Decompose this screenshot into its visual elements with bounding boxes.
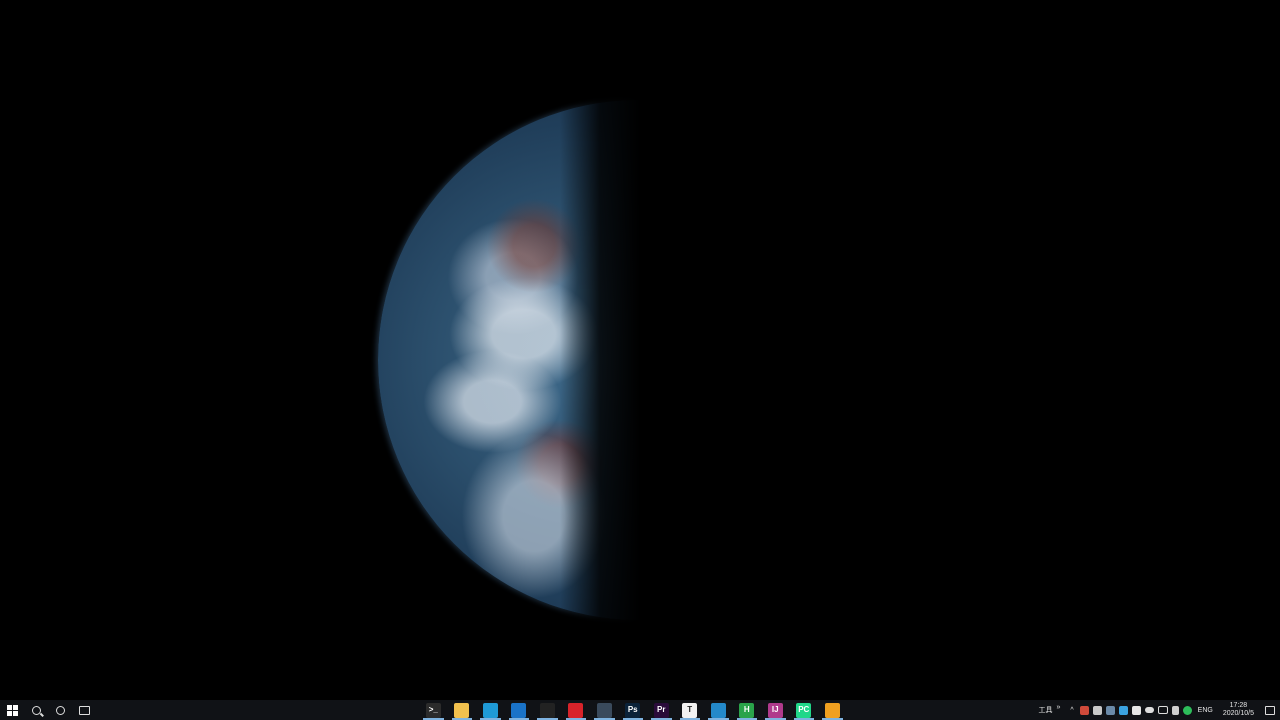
clock[interactable]: 17:28 2020/10/5 (1217, 702, 1260, 718)
taskbar-app-windows-app[interactable] (818, 700, 847, 720)
steam-tray-icon[interactable] (1105, 705, 1115, 715)
taskbar-app-pycharm[interactable]: PC (790, 700, 819, 720)
system-tray: 工具 » ^ ENG 17:28 2020/10/5 (1034, 700, 1280, 720)
taskbar-app-steam[interactable] (590, 700, 619, 720)
input-language[interactable]: ENG (1194, 707, 1217, 714)
clock-time: 17:28 (1229, 702, 1248, 709)
hbuilder-icon: H (739, 702, 755, 718)
taskbar-app-terminal[interactable]: >_ (419, 700, 448, 720)
taskbar-app-file-explorer[interactable] (448, 700, 477, 720)
taskbar-app-photoshop[interactable]: Ps (619, 700, 648, 720)
network-icon[interactable] (1157, 706, 1168, 714)
task-view-icon (78, 705, 90, 715)
clock-date: 2020/10/5 (1222, 710, 1254, 717)
window-squares-icon (824, 702, 840, 718)
taskbar-app-hbuilder[interactable]: H (733, 700, 762, 720)
cortana-circle-icon (55, 705, 65, 715)
search-icon (31, 705, 41, 715)
tray-app-icon[interactable] (1092, 705, 1102, 715)
taskbar-app-edge[interactable] (476, 700, 505, 720)
toolbar-chevron-icon[interactable]: » (1056, 704, 1066, 711)
taskbar-app-mail[interactable] (505, 700, 534, 720)
intellij-icon: IJ (767, 702, 783, 718)
volume-icon[interactable] (1171, 705, 1179, 715)
search-button[interactable] (24, 700, 48, 720)
task-view-button[interactable] (72, 700, 96, 720)
premiere-icon: Pr (653, 702, 669, 718)
show-hidden-icons-chevron-icon[interactable]: ^ (1066, 707, 1077, 714)
vscode-icon (710, 702, 726, 718)
taskbar-app-vscode[interactable] (704, 700, 733, 720)
typora-icon: T (682, 702, 698, 718)
penguin-icon (539, 702, 555, 718)
cortana-button[interactable] (48, 700, 72, 720)
desktop (0, 0, 1280, 700)
notification-center-button[interactable] (1260, 700, 1280, 720)
taskbar-app-netease-music[interactable] (562, 700, 591, 720)
music-icon (568, 702, 584, 718)
taskbar-app-qq[interactable] (533, 700, 562, 720)
notification-icon (1265, 705, 1275, 715)
toolbar-label[interactable]: 工具 (1034, 705, 1056, 715)
steam-icon (596, 702, 612, 718)
wechat-tray-icon[interactable] (1182, 705, 1192, 715)
photoshop-icon: Ps (625, 702, 641, 718)
tray-app-icon[interactable] (1118, 705, 1128, 715)
onedrive-icon[interactable] (1144, 707, 1154, 713)
tray-app-icon[interactable] (1131, 705, 1141, 715)
pinned-apps: >_ Ps Pr T H IJ PC (419, 700, 847, 720)
taskbar-app-typora[interactable]: T (676, 700, 705, 720)
earth-shadow (560, 90, 920, 630)
mail-icon (511, 702, 527, 718)
taskbar-app-premiere[interactable]: Pr (647, 700, 676, 720)
taskbar: >_ Ps Pr T H IJ PC 工具 » ^ ENG 17:28 2020/10/5 (0, 700, 1280, 720)
start-button[interactable] (0, 700, 24, 720)
folder-icon (454, 702, 470, 718)
tray-app-icon[interactable] (1079, 705, 1089, 715)
edge-icon (482, 702, 498, 718)
windows-logo-icon (6, 704, 18, 716)
pycharm-icon: PC (796, 702, 812, 718)
taskbar-left (0, 700, 96, 720)
taskbar-app-intellij[interactable]: IJ (761, 700, 790, 720)
terminal-icon: >_ (425, 702, 441, 718)
